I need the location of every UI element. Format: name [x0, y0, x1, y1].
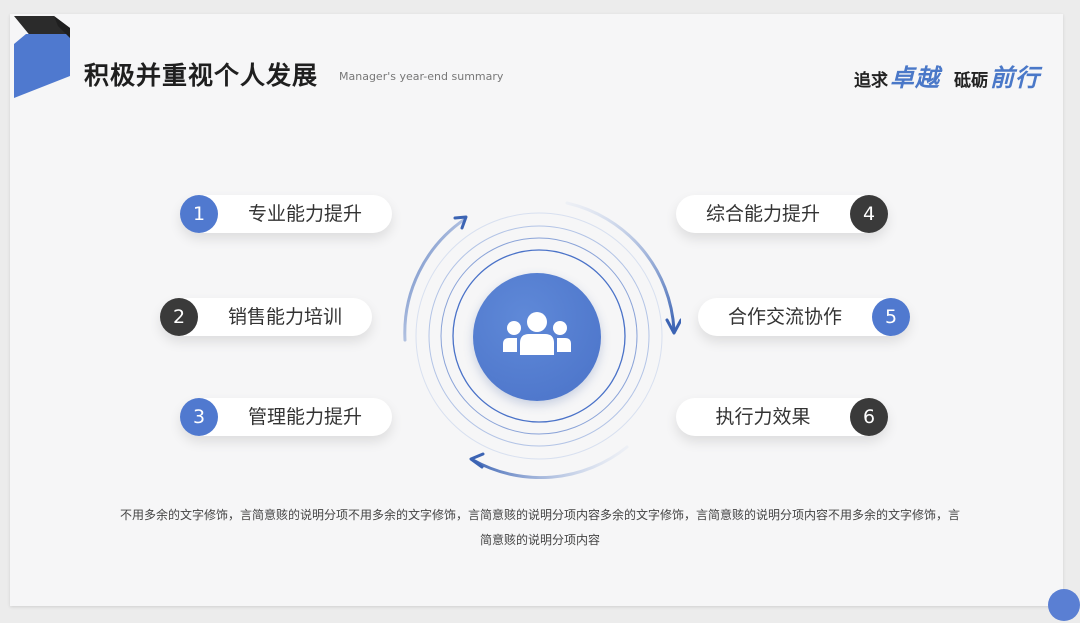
arc-left [403, 217, 467, 342]
item-6-label: 执行力效果 [715, 406, 811, 428]
page-title: 积极并重视个人发展 [84, 61, 319, 90]
item-5-number: 5 [872, 298, 910, 336]
slogan-prefix-1: 追求 [854, 71, 888, 91]
item-6[interactable]: 执行力效果 6 [676, 398, 888, 436]
team-icon [503, 312, 571, 355]
slogan-emphasis-1: 卓越 [890, 64, 940, 92]
item-4[interactable]: 综合能力提升 4 [676, 195, 888, 233]
item-1-number: 1 [180, 195, 218, 233]
page-indicator-dot[interactable] [1048, 589, 1080, 621]
item-2[interactable]: 2 销售能力培训 [160, 298, 372, 336]
item-5[interactable]: 合作交流协作 5 [698, 298, 910, 336]
slogan-prefix-2: 砥砺 [954, 71, 988, 91]
item-2-number: 2 [160, 298, 198, 336]
item-1[interactable]: 1 专业能力提升 [180, 195, 392, 233]
item-4-label: 综合能力提升 [705, 203, 820, 225]
slogan: 追求卓越 砥砺前行 [854, 58, 1040, 93]
team-center-button[interactable] [473, 273, 601, 401]
item-2-label: 销售能力培训 [227, 306, 342, 328]
item-6-number: 6 [850, 398, 888, 436]
item-3-label: 管理能力提升 [247, 406, 362, 428]
item-3-number: 3 [180, 398, 218, 436]
item-4-number: 4 [850, 195, 888, 233]
item-5-label: 合作交流协作 [727, 306, 842, 328]
description-text: 不用多余的文字修饰，言简意赅的说明分项不用多余的文字修饰，言简意赅的说明分项内容… [120, 508, 961, 547]
item-1-label: 专业能力提升 [247, 203, 362, 225]
page-subtitle: Manager's year-end summary [339, 70, 504, 83]
item-3[interactable]: 3 管理能力提升 [180, 398, 392, 436]
logo-icon [14, 16, 70, 98]
slogan-emphasis-2: 前行 [990, 64, 1040, 92]
